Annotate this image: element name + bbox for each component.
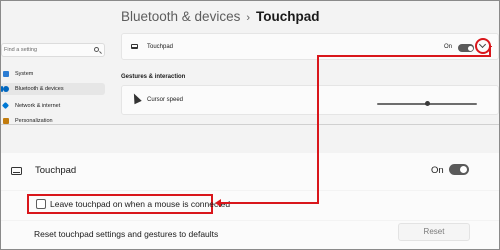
zoomed-touchpad-title: Touchpad: [35, 165, 77, 176]
annotation-line: [317, 55, 319, 203]
touchpad-card-title: Touchpad: [147, 44, 174, 50]
breadcrumb-separator: ›: [246, 12, 250, 24]
annotation-line: [489, 45, 491, 56]
cursor-icon: [131, 93, 141, 103]
cursor-speed-card: Cursor speed: [121, 85, 499, 115]
leave-touchpad-on-row: Leave touchpad on when a mouse is connec…: [1, 191, 499, 220]
annotation-line: [219, 202, 319, 204]
sidebar-item-network-internet[interactable]: Network & internet: [1, 100, 105, 112]
cursor-speed-slider-thumb[interactable]: [424, 101, 430, 106]
zoomed-touchpad-card[interactable]: Touchpad On: [1, 153, 499, 190]
sidebar-item-personalization[interactable]: Personalization: [1, 115, 105, 124]
toggle-state-label: On: [444, 44, 453, 50]
sidebar-item-label: Bluetooth & devices: [15, 86, 64, 92]
leave-touchpad-on-label[interactable]: Leave touchpad on when a mouse is connec…: [50, 199, 230, 209]
breadcrumb: Bluetooth & devices › Touchpad: [121, 9, 320, 24]
touchpad-icon: [11, 167, 22, 175]
reset-button[interactable]: Reset: [398, 223, 470, 241]
search-box[interactable]: Find a setting: [1, 43, 105, 57]
chevron-down-icon: [478, 40, 487, 49]
sidebar-item-label: System: [15, 71, 34, 77]
reset-row: Reset touchpad settings and gestures to …: [1, 221, 499, 249]
touchpad-toggle[interactable]: [458, 44, 474, 52]
cursor-speed-label: Cursor speed: [147, 97, 184, 103]
monitor-icon: [3, 71, 9, 77]
search-icon: [94, 47, 99, 52]
annotation-line: [317, 55, 491, 57]
zoomed-panel: Touchpad On Leave touchpad on when a mou…: [1, 125, 499, 249]
sidebar-item-bluetooth-devices[interactable]: Bluetooth & devices: [1, 83, 105, 95]
annotation-highlight-box: Leave touchpad on when a mouse is connec…: [27, 194, 230, 214]
annotation-arrowhead: [215, 199, 221, 207]
wifi-icon: [1, 101, 10, 110]
bluetooth-icon: [3, 86, 9, 92]
settings-window: Find a setting System Bluetooth & device…: [1, 1, 499, 124]
sidebar-item-system[interactable]: System: [1, 68, 105, 80]
touchpad-icon: [131, 44, 138, 49]
sidebar: Find a setting System Bluetooth & device…: [1, 1, 109, 124]
section-heading-gestures: Gestures & interaction: [121, 74, 186, 80]
search-input[interactable]: Find a setting: [4, 47, 37, 53]
page-title: Touchpad: [256, 9, 320, 24]
breadcrumb-parent[interactable]: Bluetooth & devices: [121, 9, 240, 24]
sidebar-item-label: Network & internet: [15, 103, 61, 109]
zoomed-touchpad-toggle[interactable]: [449, 164, 469, 175]
toggle-state-label: On: [431, 165, 444, 176]
reset-description: Reset touchpad settings and gestures to …: [34, 229, 219, 239]
leave-touchpad-on-checkbox[interactable]: [36, 199, 46, 209]
screenshot-frame: Find a setting System Bluetooth & device…: [0, 0, 500, 250]
